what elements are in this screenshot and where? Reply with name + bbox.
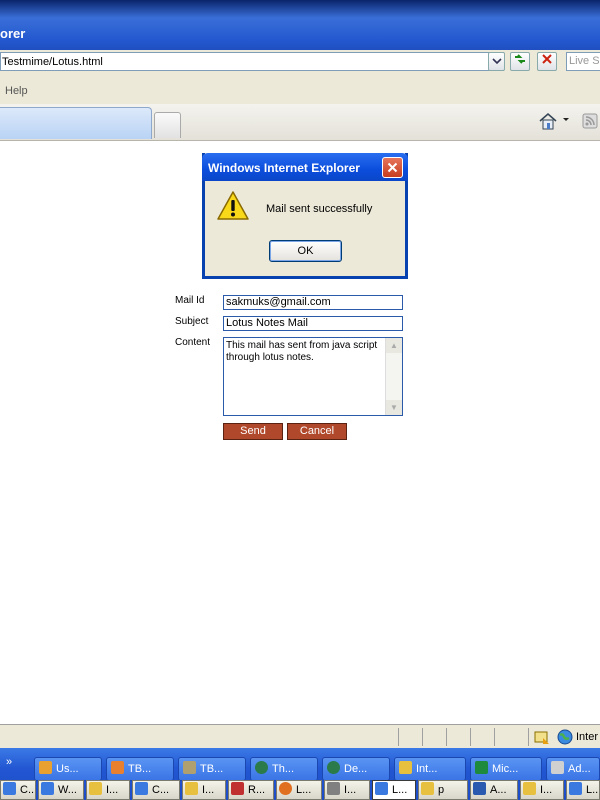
ok-button[interactable]: OK	[269, 240, 342, 262]
send-button[interactable]: Send	[223, 423, 283, 440]
mail-id-field[interactable]: sakmuks@gmail.com	[223, 295, 403, 310]
refresh-icon	[515, 54, 525, 64]
app-icon	[231, 782, 244, 795]
app-icon	[399, 761, 412, 774]
status-divider	[494, 728, 495, 746]
dialog-title-bar: Windows Internet Explorer	[202, 153, 408, 181]
taskbar-button[interactable]: W...	[38, 780, 84, 800]
taskbar-button[interactable]: TB...	[178, 757, 246, 781]
warning-icon	[216, 190, 250, 225]
window-title: orer	[0, 26, 26, 41]
content-scrollbar[interactable]: ▲ ▼	[385, 338, 402, 415]
new-tab-button[interactable]	[154, 112, 181, 138]
stop-icon	[542, 54, 552, 64]
dialog-title: Windows Internet Explorer	[208, 161, 360, 175]
app-icon	[327, 782, 340, 795]
window-title-bar: orer	[0, 0, 600, 50]
app-icon	[421, 782, 434, 795]
taskbar-button[interactable]: I...	[86, 780, 130, 800]
content-text: This mail has sent from java script thro…	[226, 340, 378, 363]
app-icon	[183, 761, 196, 774]
status-zone-text: Inter	[576, 731, 599, 743]
app-icon	[255, 761, 268, 774]
status-divider	[528, 728, 529, 746]
subject-field[interactable]: Lotus Notes Mail	[223, 316, 403, 331]
stop-button[interactable]	[537, 52, 557, 71]
app-icon	[473, 782, 486, 795]
taskbar-button[interactable]: L...	[566, 780, 600, 800]
globe-icon	[557, 729, 573, 748]
content-label: Content	[175, 337, 211, 348]
app-icon	[3, 782, 16, 795]
app-icon	[475, 761, 488, 774]
scroll-down-icon[interactable]: ▼	[386, 400, 402, 415]
taskbar-button[interactable]: De...	[322, 757, 390, 781]
close-icon	[387, 162, 398, 173]
app-icon	[569, 782, 582, 795]
app-icon	[185, 782, 198, 795]
taskbar-button[interactable]: C...	[0, 780, 36, 800]
menu-item-help[interactable]: Help	[5, 85, 28, 97]
app-icon	[135, 782, 148, 795]
home-dropdown-icon[interactable]	[562, 114, 570, 126]
security-icon	[534, 729, 550, 748]
taskbar-button[interactable]: TB...	[106, 757, 174, 781]
taskbar-button[interactable]: L...	[276, 780, 322, 800]
taskbar-button[interactable]: Ad...	[546, 757, 600, 781]
status-divider	[422, 728, 423, 746]
taskbar-button-active[interactable]: L...	[372, 780, 416, 800]
status-divider	[470, 728, 471, 746]
app-icon	[111, 761, 124, 774]
app-icon	[39, 761, 52, 774]
home-icon[interactable]	[538, 112, 558, 133]
taskbar-button[interactable]: A...	[470, 780, 518, 800]
search-input[interactable]: Live Se	[566, 52, 600, 71]
dialog-message: Mail sent successfully	[266, 203, 373, 215]
alert-dialog: Windows Internet Explorer Mail sent succ…	[202, 153, 408, 279]
app-icon	[279, 782, 292, 795]
taskbar-button[interactable]: Us...	[34, 757, 102, 781]
taskbar-button[interactable]: I...	[520, 780, 564, 800]
taskbar-button[interactable]: Th...	[250, 757, 318, 781]
taskbar-button[interactable]: I...	[324, 780, 370, 800]
menu-bar: Help	[0, 78, 600, 105]
app-icon	[89, 782, 102, 795]
dialog-close-button[interactable]	[382, 157, 403, 178]
app-icon	[375, 782, 388, 795]
address-toolbar: Testmime/Lotus.html Live Se	[0, 50, 600, 78]
refresh-button[interactable]	[510, 52, 530, 71]
status-bar: Inter	[0, 724, 600, 749]
taskbar-button[interactable]: Int...	[394, 757, 466, 781]
status-divider	[446, 728, 447, 746]
status-divider	[398, 728, 399, 746]
taskbar-button[interactable]: C...	[132, 780, 180, 800]
app-icon	[523, 782, 536, 795]
taskbar-expand-icon[interactable]: »	[6, 756, 12, 768]
cancel-button[interactable]: Cancel	[287, 423, 347, 440]
taskbar-button[interactable]: Mic...	[470, 757, 542, 781]
taskbar-button[interactable]: R...	[228, 780, 274, 800]
app-icon	[41, 782, 54, 795]
chevron-down-icon	[491, 58, 502, 65]
address-dropdown-button[interactable]	[488, 52, 505, 71]
app-icon	[551, 761, 564, 774]
content-textarea[interactable]: This mail has sent from java script thro…	[223, 337, 403, 416]
mail-id-label: Mail Id	[175, 295, 205, 306]
app-icon	[327, 761, 340, 774]
tab-current[interactable]	[0, 107, 152, 139]
taskbar-button[interactable]: p	[418, 780, 468, 800]
scroll-up-icon[interactable]: ▲	[386, 338, 402, 353]
address-input[interactable]: Testmime/Lotus.html	[0, 52, 504, 71]
subject-label: Subject	[175, 316, 209, 327]
feeds-icon[interactable]	[582, 113, 598, 132]
tab-bar	[0, 104, 600, 141]
taskbar-button[interactable]: I...	[182, 780, 226, 800]
